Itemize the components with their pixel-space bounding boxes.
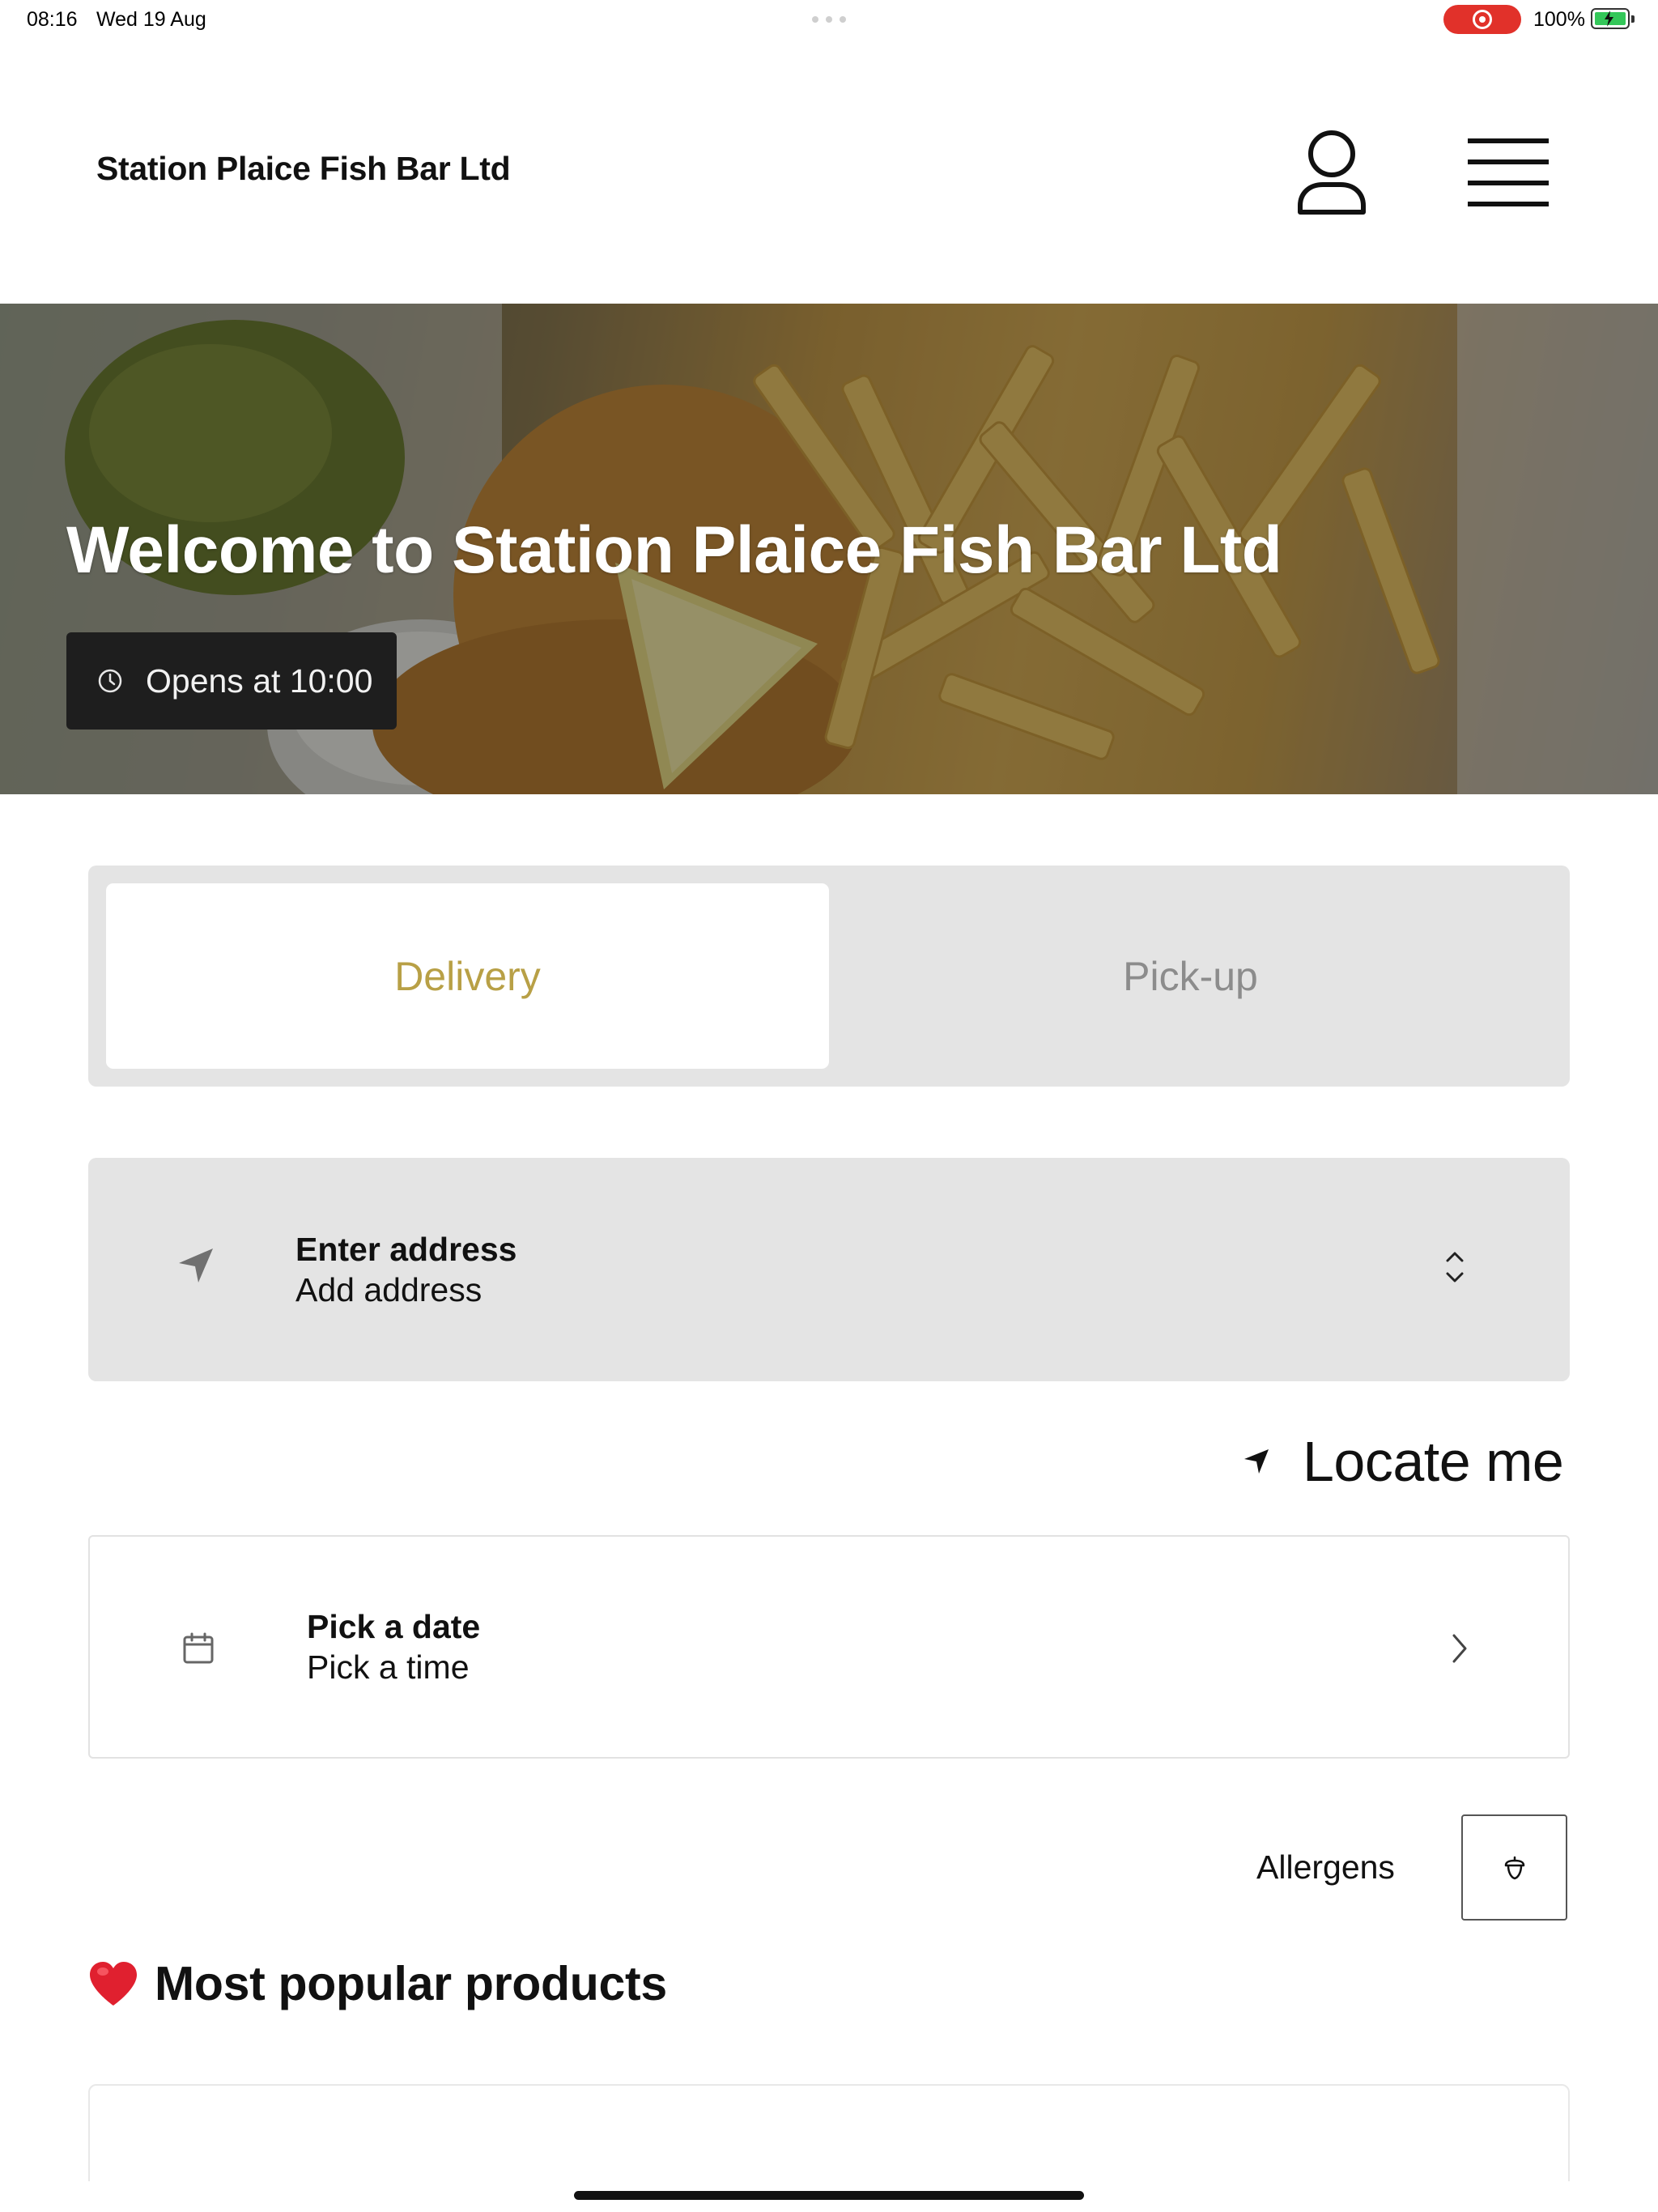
status-date: Wed 19 Aug (96, 8, 206, 31)
account-button[interactable] (1287, 121, 1376, 223)
record-icon (1473, 10, 1492, 29)
order-mode-toggle: Delivery Pick-up (88, 866, 1570, 1087)
calendar-icon (182, 1632, 215, 1669)
heart-icon (88, 1960, 138, 2007)
status-time: 08:16 (27, 8, 78, 31)
chevron-right-icon (1450, 1632, 1469, 1669)
opening-hours-text: Opens at 10:00 (146, 661, 373, 700)
battery-percent: 100% (1533, 8, 1585, 31)
site-header: Station Plaice Fish Bar Ltd (0, 40, 1658, 304)
opening-hours-badge: Opens at 10:00 (66, 632, 397, 730)
tab-delivery[interactable]: Delivery (106, 883, 829, 1069)
chevron-up-down-icon (1444, 1249, 1465, 1289)
popular-section-heading: Most popular products (88, 1955, 667, 2012)
hamburger-menu-icon (1467, 138, 1549, 206)
status-bar: 08:16 Wed 19 Aug 100% (0, 0, 1658, 40)
allergens-button[interactable] (1461, 1814, 1567, 1921)
location-arrow-icon (1243, 1448, 1270, 1475)
battery-icon (1591, 8, 1635, 29)
screen-recording-indicator[interactable] (1443, 5, 1521, 34)
app-screen: 08:16 Wed 19 Aug 100% Station Plaice Fis… (0, 0, 1658, 2212)
popular-section-title: Most popular products (155, 1957, 667, 2010)
allergens-label: Allergens (1256, 1848, 1395, 1886)
hero-banner: Welcome to Station Plaice Fish Bar Ltd O… (0, 304, 1658, 794)
locate-me-button[interactable]: Locate me (1243, 1429, 1564, 1494)
navigation-arrow-icon (177, 1247, 215, 1288)
address-selector[interactable]: Enter address Add address (88, 1158, 1570, 1381)
clock-icon (97, 668, 123, 694)
multitasking-dots[interactable] (812, 16, 846, 23)
tab-pick-up[interactable]: Pick-up (829, 883, 1552, 1069)
hero-title: Welcome to Station Plaice Fish Bar Ltd (66, 513, 1282, 587)
schedule-title: Pick a date (307, 1608, 481, 1645)
schedule-subtitle: Pick a time (307, 1648, 470, 1686)
address-subtitle: Add address (295, 1271, 483, 1308)
acorn-icon (1504, 1856, 1524, 1879)
address-title: Enter address (295, 1231, 517, 1268)
locate-me-label: Locate me (1303, 1430, 1564, 1493)
home-indicator[interactable] (574, 2191, 1084, 2200)
schedule-selector[interactable]: Pick a date Pick a time (88, 1535, 1570, 1759)
person-outline-icon (1298, 130, 1366, 215)
brand-name[interactable]: Station Plaice Fish Bar Ltd (96, 150, 511, 188)
menu-button[interactable] (1457, 130, 1558, 215)
